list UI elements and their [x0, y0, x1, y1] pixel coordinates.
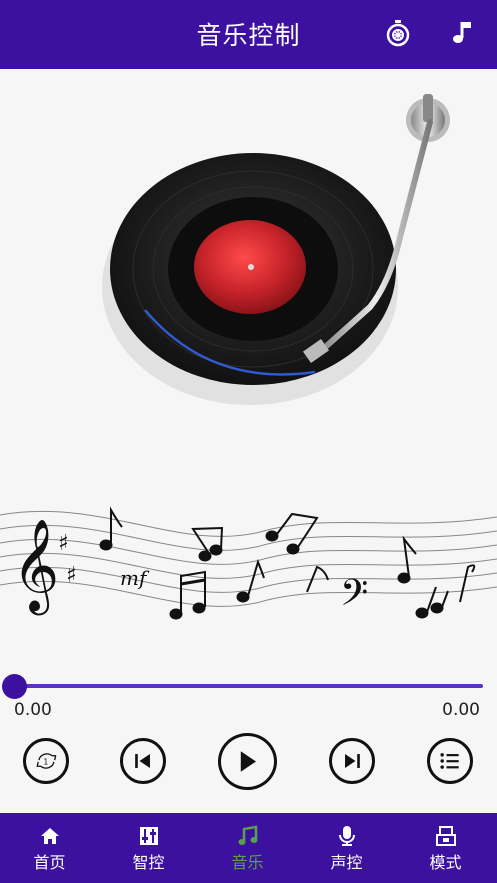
nav-item-music[interactable]: 音乐 — [198, 813, 297, 883]
nav-label: 模式 — [429, 853, 462, 872]
nav-item-home[interactable]: 首页 — [0, 813, 99, 883]
repeat-one-button[interactable]: 1 — [23, 738, 69, 784]
page-title: 音乐控制 — [196, 21, 301, 50]
list-icon — [440, 753, 459, 769]
nav-item-mode[interactable]: 模式 — [396, 813, 495, 883]
next-button[interactable] — [329, 738, 375, 784]
svg-text:♯: ♯ — [66, 563, 77, 588]
timer-icon[interactable] — [383, 18, 413, 48]
svg-text:𝄞: 𝄞 — [12, 518, 59, 615]
nav-item-smart-control[interactable]: 智控 — [99, 813, 198, 883]
svg-text:♯: ♯ — [58, 531, 69, 556]
bottom-navigation: 首页 智控 音乐 声控 模式 — [0, 813, 497, 883]
music-note-icon[interactable] — [448, 18, 478, 48]
total-time: 0.00 — [442, 700, 480, 720]
current-time: 0.00 — [14, 700, 52, 720]
nav-label: 首页 — [33, 853, 66, 872]
repeat-count: 1 — [43, 757, 48, 766]
music-icon — [238, 825, 258, 845]
dynamic-marking: mf — [120, 566, 150, 590]
vinyl-record-illustration — [102, 94, 450, 405]
nav-label: 音乐 — [231, 853, 264, 872]
skip-previous-icon — [135, 754, 150, 768]
nav-label: 声控 — [330, 853, 363, 872]
skip-next-icon — [345, 754, 360, 768]
play-button[interactable] — [218, 733, 277, 790]
playlist-button[interactable] — [427, 738, 473, 784]
microphone-icon — [339, 826, 355, 846]
seek-track[interactable] — [14, 684, 483, 688]
music-staff-illustration: 𝄞 ♯ ♯ mf 𝄢 — [0, 506, 497, 623]
repeat-one-icon: 1 — [36, 753, 57, 769]
nav-label: 智控 — [132, 853, 165, 872]
seek-thumb[interactable] — [2, 674, 27, 699]
nav-item-voice-control[interactable]: 声控 — [297, 813, 396, 883]
sliders-icon — [140, 827, 158, 845]
seek-bar[interactable] — [0, 672, 497, 700]
svg-text:𝄢: 𝄢 — [340, 572, 368, 623]
top-app-bar: 音乐控制 — [0, 0, 497, 69]
mode-icon — [436, 826, 456, 846]
home-icon — [41, 828, 59, 844]
previous-button[interactable] — [120, 738, 166, 784]
play-icon — [240, 751, 256, 772]
